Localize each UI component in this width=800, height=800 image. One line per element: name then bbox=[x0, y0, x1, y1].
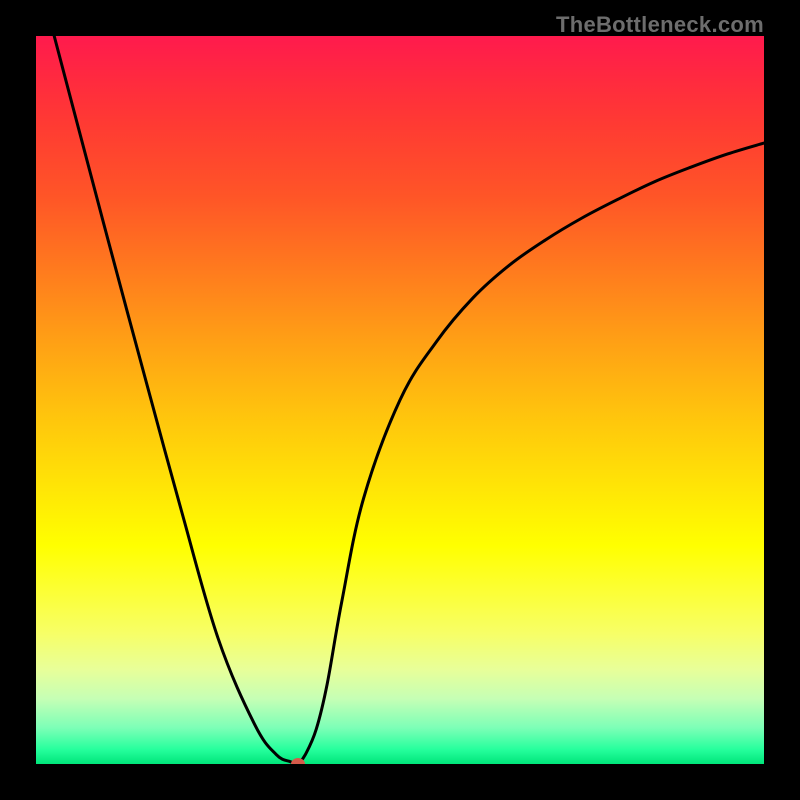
minimum-marker bbox=[291, 758, 305, 764]
chart-frame: TheBottleneck.com bbox=[0, 0, 800, 800]
curve-path bbox=[54, 36, 764, 764]
watermark-text: TheBottleneck.com bbox=[556, 12, 764, 38]
plot-area bbox=[36, 36, 764, 764]
bottleneck-curve bbox=[36, 36, 764, 764]
